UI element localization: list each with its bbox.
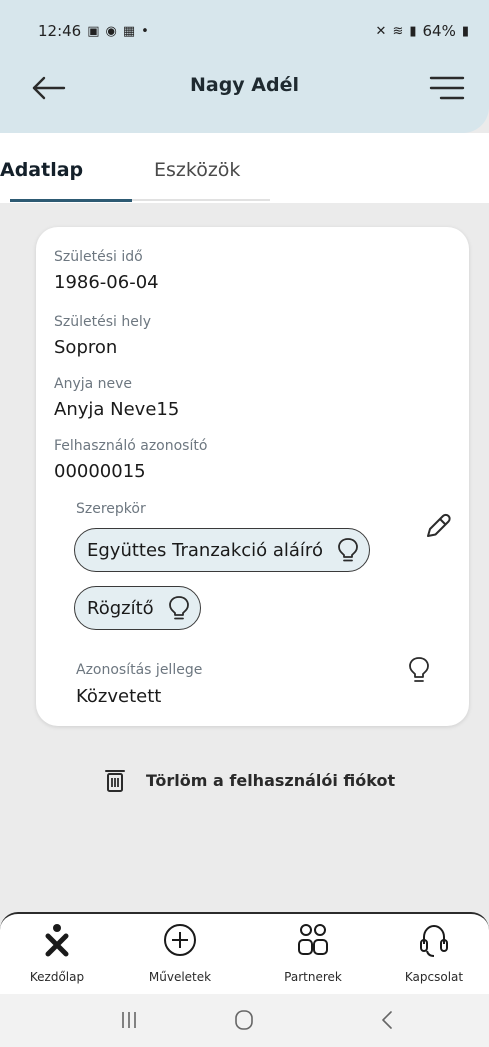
- signal-icon: ▮: [409, 23, 417, 39]
- message-icon: ▣: [87, 23, 100, 39]
- nav-item-partnerek[interactable]: Partnerek: [258, 922, 368, 994]
- active-tab-indicator: [10, 199, 132, 202]
- wifi-icon: ≋: [392, 23, 404, 39]
- birth-place-value: Sopron: [54, 337, 118, 358]
- dot-icon: •: [141, 23, 149, 39]
- nav-item-kapcsolat[interactable]: Kapcsolat: [379, 922, 489, 994]
- trash-icon: [105, 770, 125, 792]
- battery-level: 64%: [422, 22, 456, 40]
- user-id-label: Felhasználó azonosító: [54, 438, 208, 454]
- teams-icon: ▦: [122, 23, 136, 39]
- user-id-value: 00000015: [54, 461, 146, 482]
- headset-icon: [420, 924, 448, 957]
- nav-item-muveletek[interactable]: Műveletek: [125, 922, 235, 994]
- plus-circle-icon: [164, 924, 196, 956]
- app-bar: Nagy Adél: [0, 62, 489, 114]
- birth-date-label: Születési idő: [54, 249, 143, 265]
- role-chip-label: Rögzítő: [87, 597, 154, 619]
- app-header: 12:46 ▣ ◉ ▦ • ✕ ≋ ▮ 64% ▮ Nagy Adél: [0, 0, 489, 133]
- back-nav-icon[interactable]: [372, 1008, 402, 1032]
- page-title: Nagy Adél: [189, 74, 300, 96]
- hamburger-menu-icon: [429, 76, 465, 100]
- birth-place-label: Születési hely: [54, 314, 152, 330]
- bottom-navigation: Kezdőlap Műveletek Partnerek Kapcsolat: [0, 912, 489, 994]
- role-chip-egyuttes[interactable]: Együttes Tranzakció aláíró: [74, 528, 370, 572]
- person-x-icon: [45, 924, 69, 957]
- edit-pencil-icon[interactable]: [422, 512, 452, 542]
- birth-date-value: 1986-06-04: [54, 272, 159, 293]
- lightbulb-icon: [338, 538, 358, 562]
- battery-icon: ▮: [461, 23, 469, 39]
- mute-icon: ✕: [375, 23, 387, 39]
- nav-label: Kezdőlap: [29, 970, 85, 984]
- roles-label: Szerepkör: [76, 501, 146, 517]
- lightbulb-icon[interactable]: [408, 656, 430, 684]
- recent-apps-icon[interactable]: [114, 1008, 144, 1032]
- alarm-icon: ◉: [105, 23, 117, 39]
- delete-account-label: Törlöm a felhasználói fiókot: [146, 770, 396, 790]
- role-chip-label: Együttes Tranzakció aláíró: [87, 539, 323, 561]
- home-icon[interactable]: [229, 1008, 259, 1032]
- status-time: 12:46: [38, 22, 82, 40]
- system-navigation-bar: [0, 994, 489, 1047]
- lightbulb-icon: [168, 596, 189, 620]
- nav-label: Kapcsolat: [404, 970, 464, 984]
- mother-name-value: Anyja Neve15: [54, 399, 180, 420]
- nav-label: Partnerek: [284, 970, 342, 984]
- nav-label: Műveletek: [148, 970, 212, 984]
- menu-button[interactable]: [429, 74, 465, 102]
- status-bar: 12:46 ▣ ◉ ▦ • ✕ ≋ ▮ 64% ▮: [38, 22, 469, 46]
- nav-item-kezdolap[interactable]: Kezdőlap: [2, 922, 112, 994]
- mother-name-label: Anyja neve: [54, 376, 133, 392]
- role-chip-rogzito[interactable]: Rögzítő: [74, 586, 201, 630]
- delete-account-button[interactable]: Törlöm a felhasználói fiókot: [104, 765, 395, 795]
- auth-type-label: Azonosítás jellege: [76, 662, 203, 678]
- tab-adatlap[interactable]: Adatlap: [0, 159, 83, 181]
- auth-type-value: Közvetett: [76, 686, 162, 707]
- tab-eszkozok[interactable]: Eszközök: [154, 159, 240, 181]
- tab-bar: Adatlap Eszközök: [0, 133, 489, 203]
- partners-icon: [298, 924, 328, 955]
